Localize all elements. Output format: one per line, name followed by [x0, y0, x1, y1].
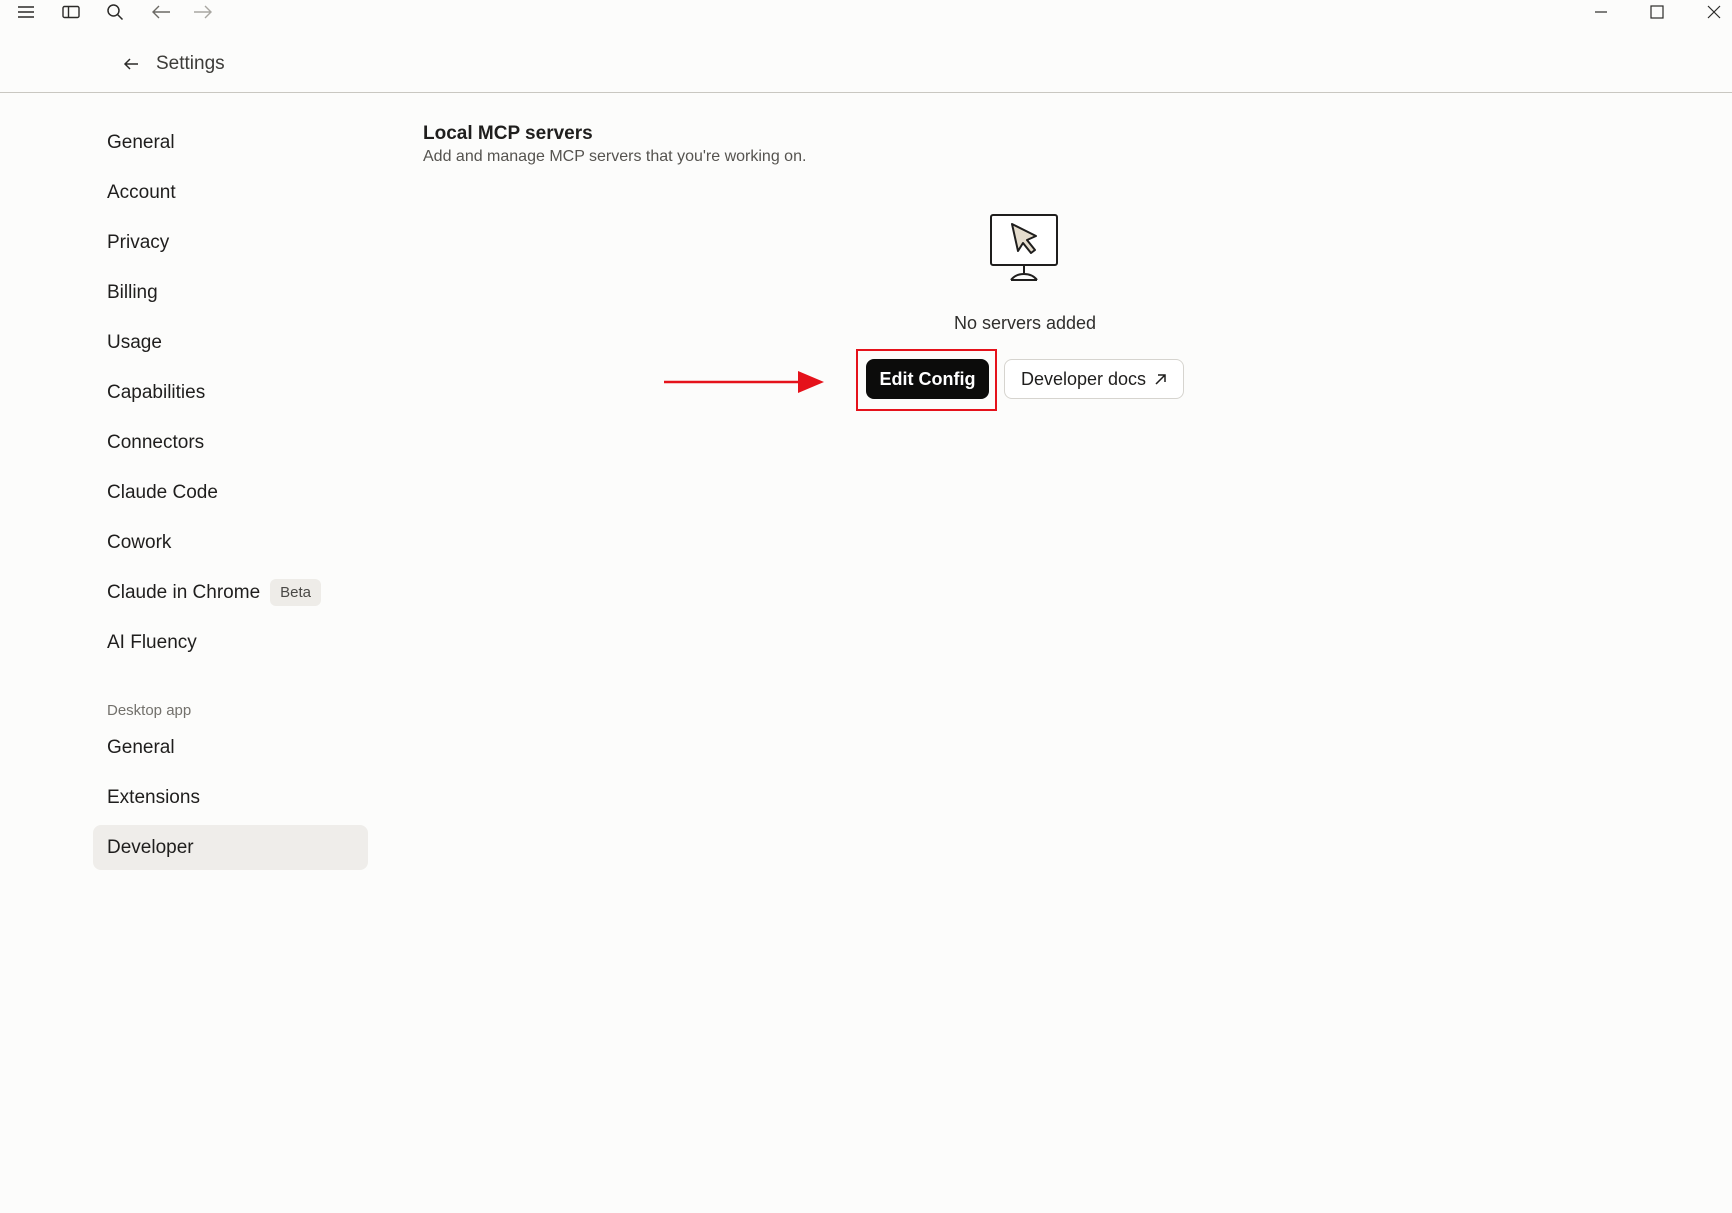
- section-title: Local MCP servers: [423, 123, 593, 144]
- section-subtitle: Add and manage MCP servers that you're w…: [423, 148, 807, 165]
- sidebar-item-label: Capabilities: [107, 381, 206, 403]
- sidebar-item-label: Cowork: [107, 531, 172, 553]
- developer-docs-label: Developer docs: [1020, 368, 1147, 389]
- settings-header: Settings: [0, 36, 1732, 93]
- sidebar-item-privacy[interactable]: Privacy: [93, 220, 368, 265]
- annotation-arrow: [664, 371, 824, 393]
- sidebar-item-account[interactable]: Account: [93, 170, 368, 215]
- arrow-up-right-icon: [1154, 373, 1167, 386]
- arrow-left-icon[interactable]: [145, 0, 177, 24]
- sidebar-item-billing[interactable]: Billing: [93, 270, 368, 315]
- section-label-desktop-app: Desktop app: [107, 702, 192, 719]
- sidebar-item-extensions[interactable]: Extensions: [93, 775, 368, 820]
- arrow-left-icon: [123, 58, 138, 70]
- sidebar-item-capabilities[interactable]: Capabilities: [93, 370, 368, 415]
- title-bar: [0, 0, 1732, 24]
- sidebar-item-label: Developer: [107, 836, 194, 858]
- monitor-cursor-icon: [988, 212, 1064, 284]
- arrow-right-icon[interactable]: [187, 0, 219, 24]
- sidebar-toggle-icon[interactable]: [55, 0, 87, 24]
- back-button[interactable]: [118, 51, 144, 77]
- sidebar-item-desktop-general[interactable]: General: [93, 725, 368, 770]
- sidebar-item-label: Claude Code: [107, 481, 218, 503]
- sidebar-item-connectors[interactable]: Connectors: [93, 420, 368, 465]
- main-content: Local MCP servers Add and manage MCP ser…: [423, 122, 806, 168]
- edit-config-button[interactable]: Edit Config: [866, 359, 989, 399]
- minimize-icon[interactable]: [1585, 0, 1617, 24]
- sidebar-item-label: AI Fluency: [107, 631, 197, 653]
- sidebar-item-usage[interactable]: Usage: [93, 320, 368, 365]
- sidebar-item-label: Extensions: [107, 786, 200, 808]
- sidebar-item-general[interactable]: General: [93, 120, 368, 165]
- page-title: Settings: [156, 53, 225, 74]
- sidebar-item-claude-code[interactable]: Claude Code: [93, 470, 368, 515]
- settings-sidebar: General Account Privacy Billing Usage Ca…: [93, 120, 368, 875]
- sidebar-item-label: Privacy: [107, 231, 170, 253]
- sidebar-item-label: Account: [107, 181, 176, 203]
- developer-docs-button[interactable]: Developer docs: [1004, 359, 1184, 399]
- sidebar-item-label: Claude in Chrome: [107, 581, 261, 603]
- sidebar-item-ai-fluency[interactable]: AI Fluency: [93, 620, 368, 665]
- sidebar-item-label: Billing: [107, 281, 158, 303]
- sidebar-item-label: General: [107, 131, 175, 153]
- sidebar-item-label: General: [107, 736, 175, 758]
- empty-state-text: No servers added: [953, 313, 1097, 333]
- search-icon[interactable]: [99, 0, 131, 24]
- sidebar-item-claude-in-chrome[interactable]: Claude in Chrome Beta: [93, 570, 368, 615]
- sidebar-item-label: Connectors: [107, 431, 205, 453]
- sidebar-item-developer[interactable]: Developer: [93, 825, 368, 870]
- sidebar-item-label: Usage: [107, 331, 162, 353]
- beta-badge: Beta: [270, 579, 321, 606]
- close-icon[interactable]: [1698, 0, 1730, 24]
- sidebar-item-cowork[interactable]: Cowork: [93, 520, 368, 565]
- menu-icon[interactable]: [10, 0, 42, 24]
- maximize-icon[interactable]: [1641, 0, 1673, 24]
